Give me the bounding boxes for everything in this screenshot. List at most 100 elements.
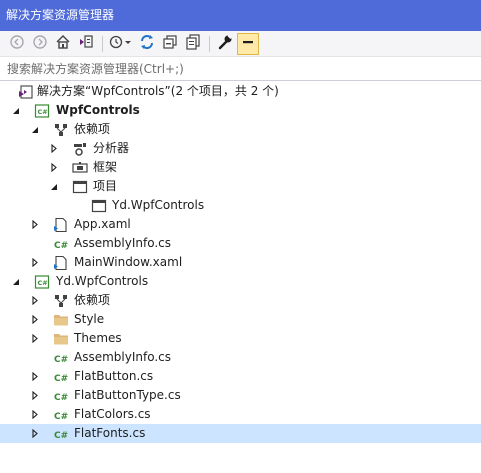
show-all-files-button[interactable] [182, 33, 204, 55]
csharp-file-icon: C# [53, 388, 69, 404]
tree-row-dependencies[interactable]: 依赖项 [0, 120, 481, 139]
svg-text:C#: C# [54, 393, 68, 403]
collapsed-arrow-icon[interactable] [29, 329, 41, 348]
tree-label-project-yd-wpfcontrols: Yd.WpfControls [56, 274, 149, 288]
tree-label-themes-folder: Themes [74, 331, 122, 345]
window-title-bar: 解决方案资源管理器 [0, 0, 481, 31]
expanded-arrow-icon[interactable] [10, 101, 22, 120]
svg-text:C#: C# [54, 241, 68, 251]
collapsed-arrow-icon[interactable] [48, 139, 60, 158]
tree-row-assemblyinfo-2[interactable]: C# AssemblyInfo.cs [0, 348, 481, 367]
tree-row-mainwindow-xaml[interactable]: MainWindow.xaml [0, 253, 481, 272]
svg-text:C#: C# [54, 355, 68, 365]
collapsed-arrow-icon[interactable] [29, 424, 41, 443]
csharp-file-icon: C# [53, 236, 69, 252]
tree-row-app-xaml[interactable]: App.xaml [0, 215, 481, 234]
tree-label-dependencies: 依赖项 [74, 122, 111, 136]
expanded-arrow-icon[interactable] [48, 177, 60, 196]
expanded-arrow-icon[interactable] [10, 272, 22, 291]
switch-views-button[interactable] [75, 33, 97, 55]
switch-views-icon [78, 34, 94, 53]
tree-label-dependencies-2: 依赖项 [74, 293, 111, 307]
tree-row-project-yd-wpfcontrols[interactable]: C# Yd.WpfControls [0, 272, 481, 291]
tree-row-project-wpfcontrols[interactable]: C# WpfControls [0, 101, 481, 120]
collapsed-arrow-icon[interactable] [29, 310, 41, 329]
window-title: 解决方案资源管理器 [6, 8, 115, 22]
project-reference-icon [91, 198, 107, 214]
collapsed-arrow-icon[interactable] [48, 158, 60, 177]
expanded-arrow-icon[interactable] [29, 120, 41, 139]
preview-button[interactable] [237, 32, 259, 55]
tree-row-dependencies-2[interactable]: 依赖项 [0, 291, 481, 310]
collapse-all-button[interactable] [159, 33, 181, 55]
csharp-file-icon: C# [53, 407, 69, 423]
folder-icon [53, 312, 69, 328]
tree-row-project-reference[interactable]: Yd.WpfControls [0, 196, 481, 215]
dependencies-icon [53, 122, 69, 138]
collapsed-arrow-icon[interactable] [29, 253, 41, 272]
tree-label-assemblyinfo-2: AssemblyInfo.cs [74, 350, 172, 364]
wrench-icon [217, 34, 233, 53]
tree-row-themes-folder[interactable]: Themes [0, 329, 481, 348]
toolbar-separator [209, 35, 210, 52]
solution-icon [18, 84, 34, 100]
folder-icon [53, 331, 69, 347]
tree-row-style-folder[interactable]: Style [0, 310, 481, 329]
toolbar-separator [102, 35, 103, 52]
search-input[interactable] [7, 61, 467, 76]
forward-button[interactable] [29, 33, 51, 55]
tree-label-frameworks: 框架 [93, 160, 118, 174]
analyzer-icon [72, 141, 88, 157]
tree-label-app-xaml: App.xaml [74, 217, 131, 231]
svg-text:C#: C# [54, 374, 68, 384]
tree-row-analyzers[interactable]: 分析器 [0, 139, 481, 158]
home-button[interactable] [52, 33, 74, 55]
tree-row-flatcolors[interactable]: C# FlatColors.cs [0, 405, 481, 424]
pending-changes-icon [109, 34, 133, 53]
svg-text:C#: C# [38, 108, 48, 116]
xaml-file-icon [53, 255, 69, 271]
tree-label-assemblyinfo-1: AssemblyInfo.cs [74, 236, 172, 250]
svg-text:C#: C# [38, 279, 48, 287]
xaml-file-icon [53, 217, 69, 233]
tree-label-project-reference: Yd.WpfControls [112, 198, 205, 212]
forward-icon [33, 35, 47, 52]
svg-text:C#: C# [54, 412, 68, 422]
sync-button[interactable] [136, 33, 158, 55]
tree-label-projects: 项目 [93, 179, 118, 193]
collapsed-arrow-icon[interactable] [29, 291, 41, 310]
collapsed-arrow-icon[interactable] [29, 405, 41, 424]
tree-label-analyzers: 分析器 [93, 141, 130, 155]
tree-label-project-wpfcontrols: WpfControls [56, 103, 140, 117]
tree-label-solution: 解决方案“WpfControls”(2 个项目，共 2 个) [37, 84, 279, 98]
collapsed-arrow-icon[interactable] [29, 386, 41, 405]
dependencies-icon [53, 293, 69, 309]
tree-row-flatbutton[interactable]: C# FlatButton.cs [0, 367, 481, 386]
tree-row-flatfonts[interactable]: C# FlatFonts.cs [0, 424, 481, 443]
tree-row-projects[interactable]: 项目 [0, 177, 481, 196]
sync-icon [139, 34, 155, 53]
csharp-project-icon: C# [34, 103, 50, 119]
pending-changes-button[interactable] [107, 33, 135, 55]
preview-icon [241, 35, 255, 52]
tree-label-flatbuttontype: FlatButtonType.cs [74, 388, 181, 402]
properties-button[interactable] [214, 33, 236, 55]
csharp-file-icon: C# [53, 350, 69, 366]
tree-label-flatbutton: FlatButton.cs [74, 369, 154, 383]
tree-row-assemblyinfo-1[interactable]: C# AssemblyInfo.cs [0, 234, 481, 253]
tree-row-solution[interactable]: 解决方案“WpfControls”(2 个项目，共 2 个) [0, 82, 481, 101]
toolbar [0, 31, 481, 57]
tree-row-flatbuttontype[interactable]: C# FlatButtonType.cs [0, 386, 481, 405]
tree-label-flatcolors: FlatColors.cs [74, 407, 151, 421]
csharp-file-icon: C# [53, 426, 69, 442]
back-button[interactable] [6, 33, 28, 55]
tree-row-frameworks[interactable]: 框架 [0, 158, 481, 177]
collapsed-arrow-icon[interactable] [29, 215, 41, 234]
search-box[interactable] [0, 57, 481, 81]
collapse-all-icon [162, 34, 178, 53]
project-ref-folder-icon [72, 179, 88, 195]
back-icon [10, 35, 24, 52]
tree-label-flatfonts: FlatFonts.cs [74, 426, 146, 440]
collapsed-arrow-icon[interactable] [29, 367, 41, 386]
framework-icon [72, 160, 88, 176]
